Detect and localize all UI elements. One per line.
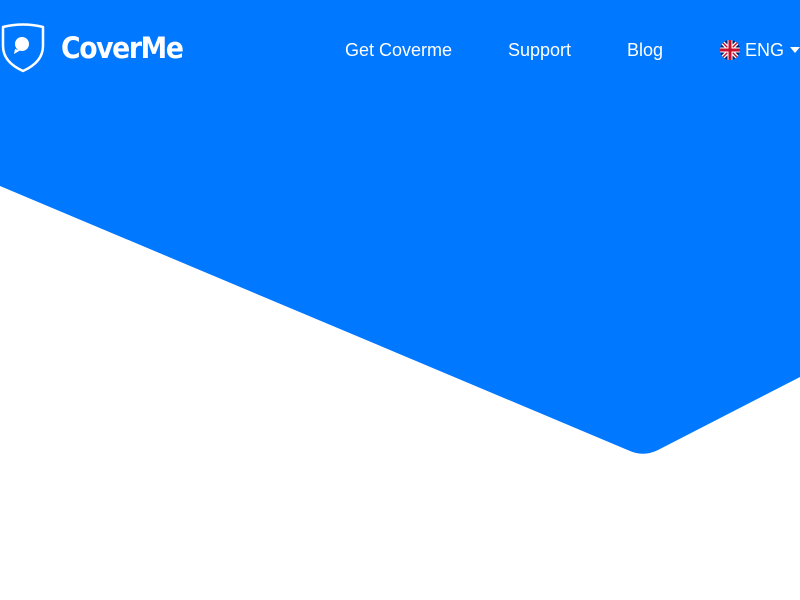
shield-chat-icon: [1, 23, 45, 73]
site-header: CoverMe Get Coverme Support Blog ENG: [0, 0, 800, 100]
nav-link-get-coverme[interactable]: Get Coverme: [345, 39, 452, 61]
logo-link[interactable]: CoverMe: [0, 23, 193, 73]
language-label: ENG: [745, 40, 785, 60]
brand-name: CoverMe: [61, 30, 184, 65]
page: CoverMe Get Coverme Support Blog ENG: [0, 0, 800, 600]
nav-link-support[interactable]: Support: [508, 39, 571, 61]
language-selector[interactable]: ENG: [720, 39, 800, 61]
uk-flag-icon: [720, 40, 740, 60]
caret-down-icon: [790, 47, 800, 53]
nav-link-blog[interactable]: Blog: [627, 39, 663, 61]
